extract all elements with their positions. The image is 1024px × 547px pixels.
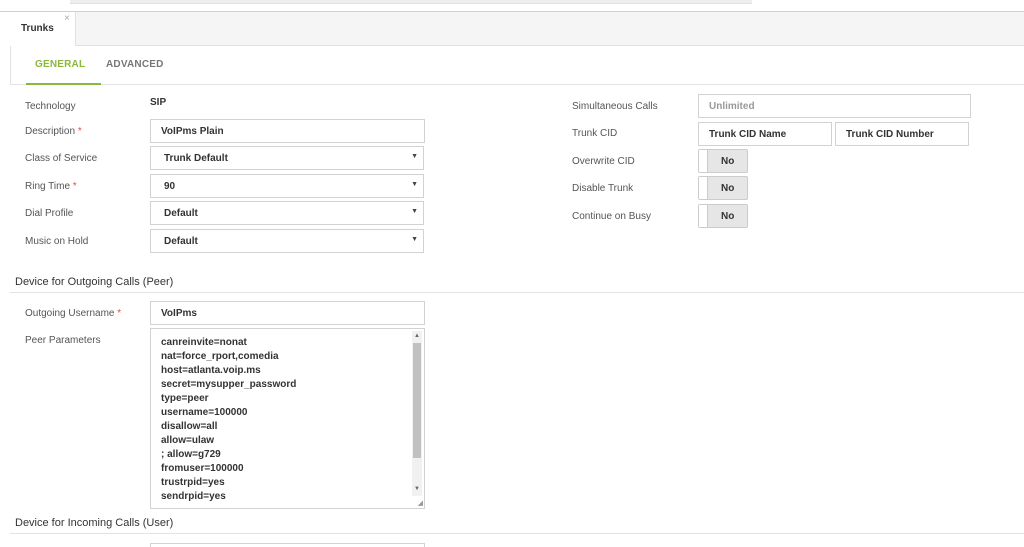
section-divider <box>10 533 1024 534</box>
music-on-hold-value: Default <box>164 236 198 247</box>
tab-trunks-label: Trunks <box>21 23 54 34</box>
close-icon[interactable]: × <box>64 13 70 24</box>
resize-handle-icon[interactable]: ◢ <box>418 499 423 507</box>
incoming-section-heading: Device for Incoming Calls (User) <box>15 517 174 529</box>
continue-on-busy-value: No <box>721 211 735 222</box>
top-strip-bar <box>70 0 752 4</box>
overwrite-cid-label: Overwrite CID <box>572 156 635 167</box>
continue-on-busy-label: Continue on Busy <box>572 211 651 222</box>
toggle-knob <box>699 205 708 227</box>
dial-profile-label: Dial Profile <box>25 208 74 219</box>
required-mark: * <box>117 308 122 319</box>
scroll-up-icon[interactable]: ▲ <box>414 333 420 339</box>
technology-value: SIP <box>150 97 167 108</box>
class-of-service-label: Class of Service <box>25 153 98 164</box>
disable-trunk-label: Disable Trunk <box>572 183 634 194</box>
trunk-cid-label: Trunk CID <box>572 128 618 139</box>
outgoing-section-heading: Device for Outgoing Calls (Peer) <box>15 276 174 288</box>
window-tab-bar: Trunks × <box>0 12 1024 46</box>
technology-label: Technology <box>25 101 76 112</box>
music-on-hold-select[interactable]: Default ▼ <box>150 229 424 253</box>
description-label-text: Description <box>25 126 76 137</box>
music-on-hold-label: Music on Hold <box>25 236 89 247</box>
chevron-down-icon: ▼ <box>411 208 418 215</box>
chevron-down-icon: ▼ <box>411 153 418 160</box>
description-label: Description * <box>25 126 82 137</box>
disable-trunk-value: No <box>721 183 735 194</box>
simultaneous-calls-label: Simultaneous Calls <box>572 101 658 112</box>
dial-profile-select[interactable]: Default ▼ <box>150 201 424 225</box>
scroll-down-icon[interactable]: ▼ <box>414 486 420 492</box>
disable-trunk-toggle[interactable]: No <box>698 176 748 200</box>
description-input[interactable]: VoIPms Plain <box>150 119 425 143</box>
peer-parameters-scrollbar[interactable]: ▲ ▼ <box>412 331 422 496</box>
ring-time-label-text: Ring Time <box>25 181 71 192</box>
toggle-knob <box>699 150 708 172</box>
class-of-service-select[interactable]: Trunk Default ▼ <box>150 146 424 170</box>
tab-advanced[interactable]: ADVANCED <box>106 59 164 70</box>
ring-time-value: 90 <box>164 181 176 192</box>
outgoing-username-label: Outgoing Username * <box>25 308 121 319</box>
overwrite-cid-toggle[interactable]: No <box>698 149 748 173</box>
active-tab-indicator <box>26 83 101 85</box>
trunk-cid-name-input[interactable]: Trunk CID Name <box>698 122 832 146</box>
section-tabs: GENERAL ADVANCED <box>10 46 1024 85</box>
incoming-username-input[interactable] <box>150 543 425 547</box>
section-divider <box>10 292 1024 293</box>
toggle-knob <box>699 177 708 199</box>
peer-parameters-text: canreinvite=nonat nat=force_rport,comedi… <box>161 337 297 502</box>
simultaneous-calls-input[interactable]: Unlimited <box>698 94 971 118</box>
tab-trunks[interactable]: Trunks × <box>0 12 76 46</box>
dial-profile-value: Default <box>164 208 198 219</box>
peer-parameters-textarea[interactable]: canreinvite=nonat nat=force_rport,comedi… <box>150 328 425 509</box>
outgoing-username-input[interactable]: VoIPms <box>150 301 425 325</box>
class-of-service-value: Trunk Default <box>164 153 228 164</box>
ring-time-label: Ring Time * <box>25 181 77 192</box>
trunk-cid-number-input[interactable]: Trunk CID Number <box>835 122 969 146</box>
scrollbar-thumb[interactable] <box>413 343 421 458</box>
outgoing-username-label-text: Outgoing Username <box>25 308 115 319</box>
peer-parameters-label: Peer Parameters <box>25 335 101 346</box>
tab-general[interactable]: GENERAL <box>35 59 85 70</box>
continue-on-busy-toggle[interactable]: No <box>698 204 748 228</box>
ring-time-select[interactable]: 90 ▼ <box>150 174 424 198</box>
chevron-down-icon: ▼ <box>411 236 418 243</box>
chevron-down-icon: ▼ <box>411 181 418 188</box>
top-strip <box>0 0 1024 12</box>
required-mark: * <box>72 181 77 192</box>
overwrite-cid-value: No <box>721 156 735 167</box>
required-mark: * <box>77 126 82 137</box>
